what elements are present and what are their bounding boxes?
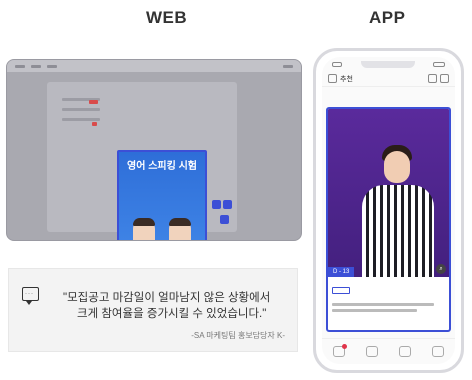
signal-battery-icon [433,61,445,67]
bell-icon[interactable] [440,74,449,83]
status-bar [322,57,455,71]
app-header: 추천 [322,71,455,87]
web-column-title: WEB [146,8,188,27]
person-illustration [169,218,191,240]
app-poster: D - 13 ⌕ [328,109,449,277]
app-column-title: APP [369,8,406,27]
web-nav-placeholder [47,64,57,68]
app-popup-banner[interactable]: D - 13 ⌕ [326,107,451,332]
dday-badge: D - 13 [328,267,355,277]
zoom-icon[interactable]: ⌕ [436,264,446,274]
menu-icon[interactable] [328,74,337,83]
clock-placeholder [332,61,342,67]
web-side-button[interactable] [223,200,232,209]
phone-mockup: 추천 D - 13 ⌕ [313,48,464,373]
web-sidebar-row [62,108,100,111]
web-side-button[interactable] [212,200,221,209]
web-popup-banner[interactable]: 영어 스피킹 시험 [117,150,207,240]
app-popup-info [328,277,449,316]
app-info-line [332,303,434,306]
web-topbar [7,60,301,72]
search-icon[interactable] [428,74,437,83]
app-header-title: 추천 [340,75,353,83]
web-screenshot: 영어 스피킹 시험 [6,59,302,241]
new-badge [89,100,98,104]
category-tag [332,287,350,294]
testimonial-box: ··· "모집공고 마감일이 얼마남지 않은 상황에서 크게 참여율을 증가시킬… [8,268,298,352]
web-logo-placeholder [15,64,25,68]
web-side-button[interactable] [220,215,229,224]
alert-badge [92,122,97,126]
person-head [384,151,410,183]
home-icon[interactable] [332,344,347,357]
web-poster: 영어 스피킹 시험 [119,152,205,240]
testimonial-line-1: "모집공고 마감일이 얼마남지 않은 상황에서 [63,292,271,304]
web-nav-placeholder [31,64,41,68]
person-illustration [133,218,155,240]
web-poster-title: 영어 스피킹 시험 [127,161,197,172]
user-icon[interactable] [432,346,445,357]
bookmark-icon[interactable] [365,346,378,357]
speech-bubble-icon: ··· [22,287,39,305]
app-info-line [332,309,417,312]
testimonial-line-2: 크게 참여율을 증가시킬 수 있었습니다." [77,308,267,320]
tab-bar [322,338,455,364]
web-sidebar-row [62,118,100,121]
person-body [362,185,434,277]
web-util-placeholder [283,64,293,68]
phone-notch [360,60,415,68]
testimonial-source: -SA 마케팅팀 홍보담당자 K- [191,331,285,340]
chat-icon[interactable] [399,346,412,357]
phone-screen: 추천 D - 13 ⌕ [322,57,455,364]
